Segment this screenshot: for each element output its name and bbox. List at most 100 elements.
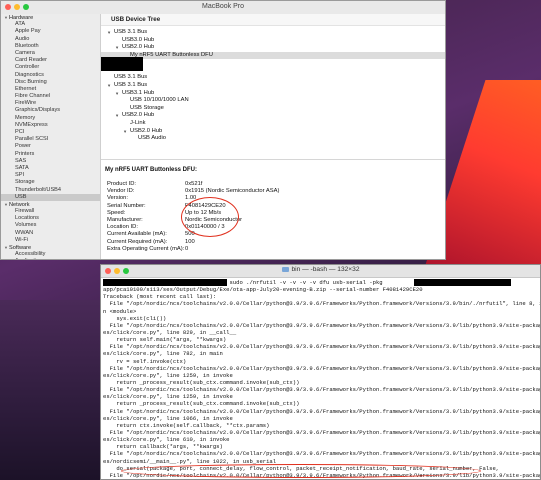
sidebar-category-label: Network [9,201,30,208]
sidebar-category-label: Software [9,245,32,251]
sidebar-item[interactable]: SPI [1,172,100,179]
detail-label: Serial Number: [107,202,146,209]
terminal-line: rv = self.invoke(ctx) [103,357,187,365]
terminal-line: es/click/core.py", line 1259, in invoke [103,393,233,401]
detail-row: Product ID: 0x521f [105,181,441,188]
tree-row[interactable]: USB 10/100/1000 LAN [101,97,445,105]
sidebar-category-label: Hardware [9,15,34,21]
sidebar-item[interactable]: Wi-Fi [1,237,100,244]
sidebar-item[interactable]: SAS [1,158,100,165]
tree-row[interactable]: ▼ USB 3.1 Bus [101,29,445,37]
sidebar-item[interactable]: SATA [1,165,100,172]
sidebar-item[interactable]: Accessibility [1,251,100,258]
tree-row-label: USB Audio [138,135,167,142]
terminal-line: n <module> [103,307,137,315]
terminal-output[interactable]: sudo ./nrfutil -v -v -v -v dfu usb-seria… [103,279,540,479]
terminal-line: return _process_result(sub_ctx.command.i… [103,400,300,408]
detail-row: Manufacturer: Nordic Semiconductor [105,217,441,224]
sidebar-item[interactable]: Camera [1,50,100,57]
disclosure-triangle-icon[interactable]: ▼ [107,29,111,37]
sidebar-item[interactable]: PCI [1,129,100,136]
device-detail: My nRF5 UART Buttonless DFU: Product ID:… [105,167,441,253]
tree-row[interactable]: ▼ USB2.0 Hub [101,112,445,120]
sidebar-item[interactable]: Locations [1,215,100,222]
disclosure-triangle-icon[interactable]: ▼ [115,90,119,98]
tree-row[interactable]: USB 3.1 Bus [101,74,445,82]
terminal-line: File "/opt/nordic/ncs/toolchains/v2.0.0/… [103,450,540,458]
tree-row[interactable]: My nRF5 UART Buttonless DFU [101,51,445,60]
sidebar-item[interactable]: Thunderbolt/USB4 [1,187,100,194]
disclosure-triangle-icon[interactable]: ▼ [115,44,119,52]
tree-row[interactable]: USB3.0 Hub [101,37,445,45]
terminal-line: return _process_result(sub_ctx.command.i… [103,378,300,386]
tree-row[interactable] [101,57,445,74]
sidebar-item[interactable]: Storage [1,179,100,186]
detail-rows: Product ID: 0x521f Vendor ID: 0x1915 (Nordi… [105,181,441,253]
sidebar-item[interactable]: Firewall [1,208,100,215]
sidebar-item[interactable]: Fibre Channel [1,93,100,100]
sidebar-item[interactable]: Apple Pay [1,28,100,35]
tree-row[interactable]: USB Audio [101,135,445,143]
terminal-line: File "/opt/nordic/ncs/toolchains/v2.0.0/… [103,428,540,436]
sidebar-item[interactable]: Graphics/Displays [1,107,100,114]
tree-row[interactable]: ▼ USB 3.1 Bus [101,82,445,90]
sidebar-item[interactable]: WWAN [1,230,100,237]
sidebar-item[interactable]: Ethernet [1,86,100,93]
detail-label: Current Required (mA): [107,238,168,245]
detail-row: Speed: Up to 12 Mb/s [105,210,441,217]
redacted-prompt [103,279,227,286]
tree-row-label: USB 3.1 Bus [114,29,148,35]
tree-row-label: USB Storage [130,104,164,111]
window-titlebar[interactable]: MacBook Pro [1,1,445,15]
sidebar-category[interactable]: ▼Software [1,244,100,251]
sidebar-item[interactable]: Disc Burning [1,79,100,86]
pane-divider[interactable] [101,159,445,160]
tree-row-label: USB3.0 Hub [122,36,155,43]
sidebar-category[interactable]: ▼Network [1,201,100,208]
detail-row: Version: 1.00 [105,195,441,202]
tree-row[interactable]: ▼ USB3.1 Hub [101,90,445,98]
sidebar-item[interactable]: Printers [1,151,100,158]
sidebar-item[interactable]: NVMExpress [1,122,100,129]
folder-icon [281,266,289,272]
sidebar-item[interactable]: Bluetooth [1,43,100,50]
serial-number-annotation [181,197,239,237]
disclosure-triangle-icon[interactable]: ▼ [115,112,119,120]
tree-row-label: J-Link [130,119,146,126]
disclosure-triangle-icon[interactable]: ▼ [123,128,127,136]
tree-row[interactable]: J-Link [101,120,445,128]
window-title: MacBook Pro [201,3,245,10]
sidebar-item[interactable]: Diagnostics [1,72,100,79]
terminal-line: app/pca10100/s113/ses/Output/Debug/Exe/o… [103,286,423,294]
terminal-line: File "/opt/nordic/ncs/toolchains/v2.0.0/… [103,386,540,394]
tree-row[interactable]: USB Storage [101,105,445,113]
sidebar-item[interactable]: Card Reader [1,57,100,64]
content-pane: USB Device Tree ▼ USB 3.1 Bus USB3.0 Hub ▼ U… [101,14,445,259]
detail-label: Manufacturer: [107,216,143,223]
sidebar-item[interactable]: Parallel SCSI [1,136,100,143]
terminal-line: sys.exit(cli()) [103,314,167,322]
error-annotation [121,464,481,478]
detail-label: Location ID: [107,224,138,231]
sidebar-item[interactable]: Power [1,143,100,150]
sidebar-item[interactable]: Applications [1,258,100,259]
tree-row[interactable]: ▼ USB2.0 Hub [101,44,445,52]
sidebar-item[interactable]: FireWire [1,100,100,107]
sidebar-item[interactable]: Controller [1,64,100,71]
tree-row-label: USB2.0 Hub [122,44,155,51]
terminal-line: es/click/core.py", line 1259, in invoke [103,371,233,379]
disclosure-triangle-icon[interactable]: ▼ [107,82,111,90]
detail-label: Version: [107,195,128,202]
sidebar-category[interactable]: ▼Hardware [1,14,100,21]
sidebar-item[interactable]: ATA [1,21,100,28]
terminal-line: File "/opt/nordic/ncs/toolchains/v2.0.0/… [103,300,540,308]
sidebar-item[interactable]: Audio [1,36,100,43]
sidebar-item[interactable]: Memory [1,115,100,122]
terminal-title: bin — -bash — 132×32 [101,266,540,273]
tree-row[interactable]: ▼ USB2.0 Hub [101,128,445,136]
sidebar-item[interactable]: USB [1,193,100,201]
redacted-block [101,57,143,72]
sidebar-item[interactable]: Volumes [1,222,100,229]
terminal-titlebar[interactable]: bin — -bash — 132×32 [101,265,540,278]
tree-row-label: USB 3.1 Bus [114,74,148,81]
